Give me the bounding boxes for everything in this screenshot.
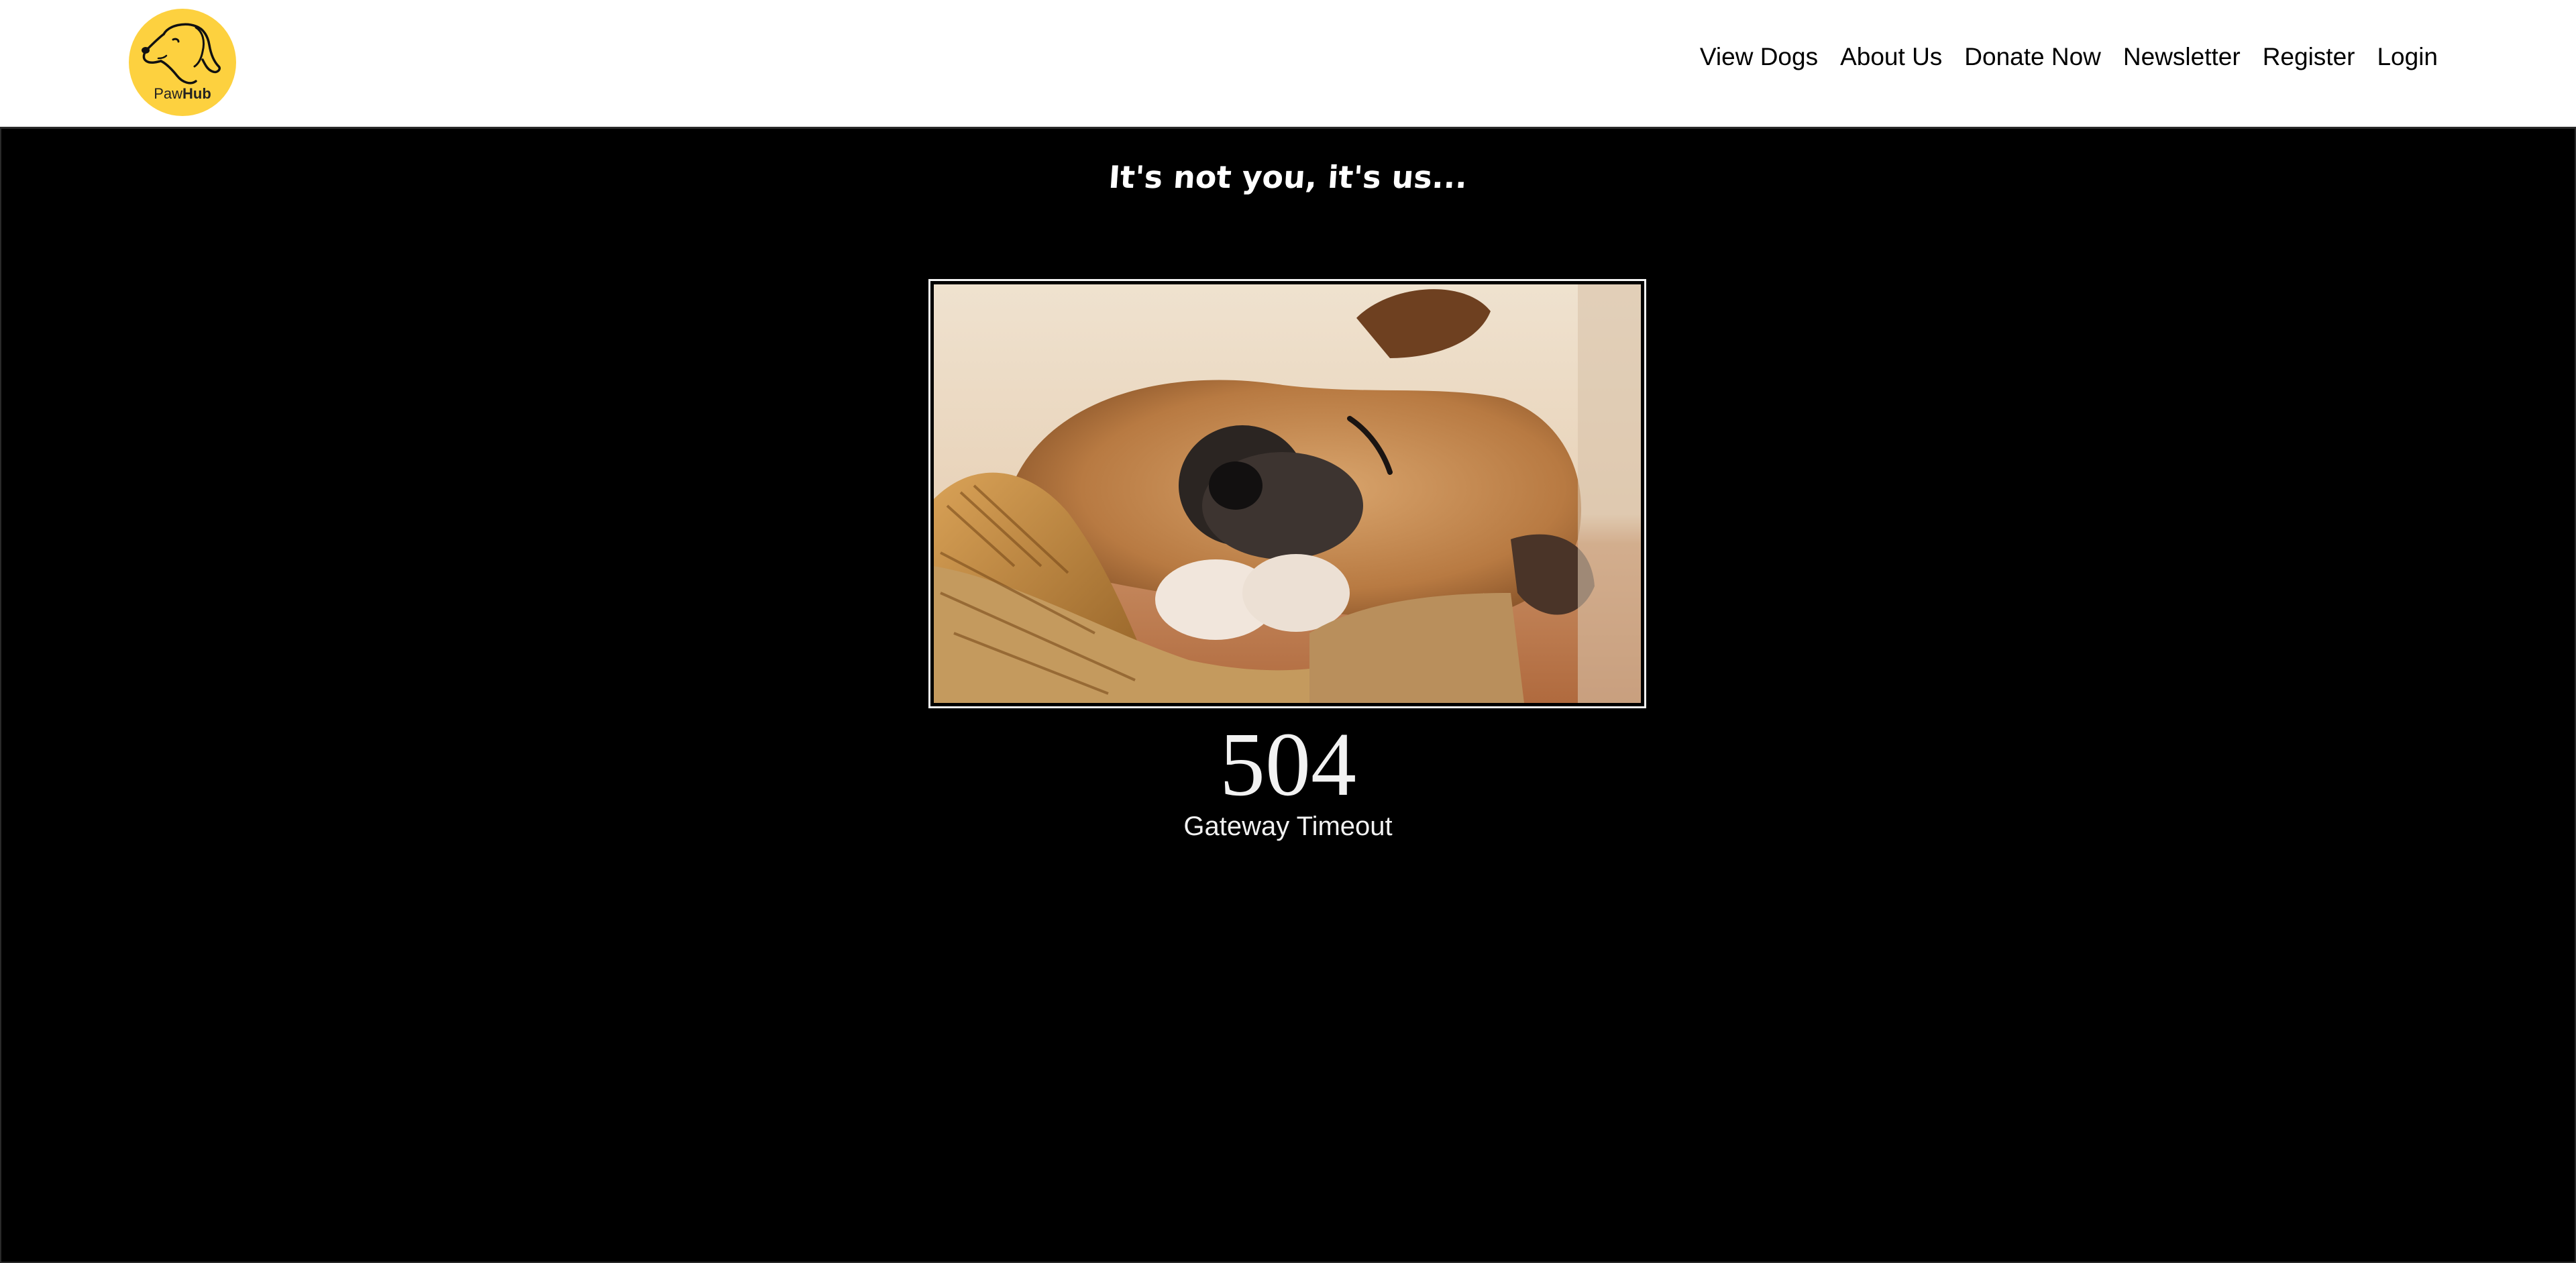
dog-head-icon [142, 23, 221, 85]
error-message: Gateway Timeout [1183, 812, 1393, 841]
nav-donate-now[interactable]: Donate Now [1964, 43, 2101, 71]
nav-newsletter[interactable]: Newsletter [2123, 43, 2241, 71]
sleeping-puppy-image [928, 279, 1646, 708]
puppy-photo-illustration [934, 284, 1641, 703]
nav-about-us[interactable]: About Us [1840, 43, 1942, 71]
nav-register[interactable]: Register [2263, 43, 2355, 71]
main-nav: View Dogs About Us Donate Now Newsletter… [1678, 43, 2438, 71]
error-code: 504 [1220, 714, 1356, 815]
nav-view-dogs[interactable]: View Dogs [1700, 43, 1818, 71]
nav-login[interactable]: Login [2377, 43, 2438, 71]
error-headline: It's not you, it's us... [1107, 159, 1469, 195]
pawhub-logo[interactable]: PawHub [129, 9, 236, 116]
logo-text: PawHub [154, 85, 211, 102]
error-content: It's not you, it's us... 504 Gateway Tim… [0, 127, 2576, 1263]
site-header: PawHub View Dogs About Us Donate Now New… [0, 0, 2576, 127]
